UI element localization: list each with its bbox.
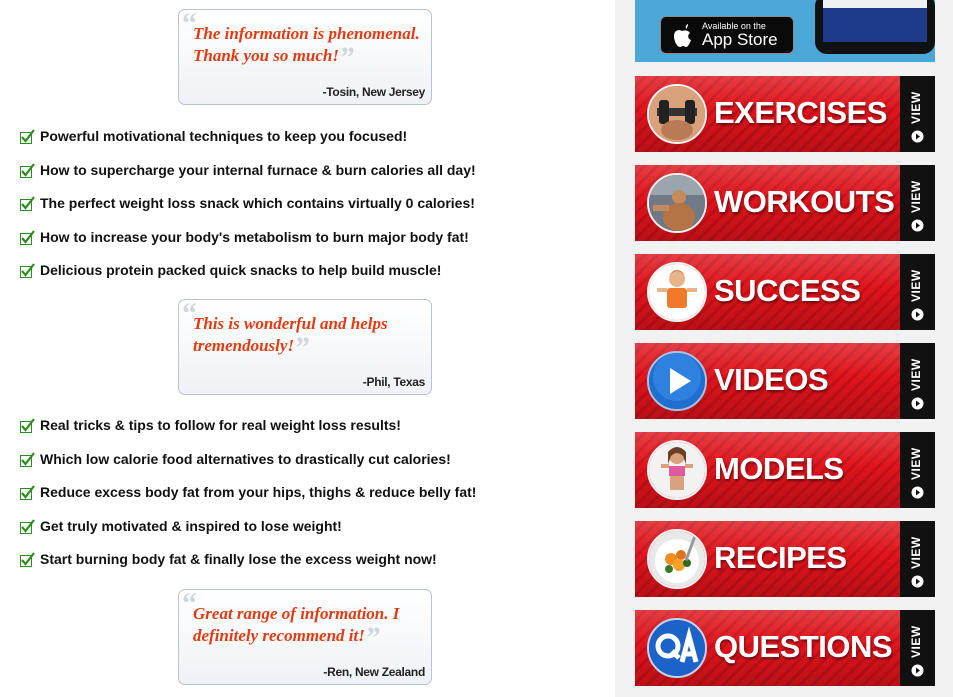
list-item: Powerful motivational techniques to keep…	[20, 128, 476, 162]
phone-screen	[823, 0, 927, 42]
phone-screen-header	[823, 0, 927, 8]
checkmark-icon	[20, 162, 35, 178]
dumbbell-icon	[647, 84, 707, 144]
list-item: Real tricks & tips to follow for real we…	[20, 417, 476, 451]
checkmark-icon	[20, 518, 35, 534]
list-item: How to supercharge your internal furnace…	[20, 162, 476, 196]
arrow-circle-icon	[911, 486, 924, 499]
view-label: VIEW	[909, 447, 923, 480]
testimonial-card: “ The information is phenomenal. Thank y…	[178, 9, 432, 105]
arrow-circle-icon	[911, 575, 924, 588]
view-label: VIEW	[909, 180, 923, 213]
nav-button-workouts[interactable]: WORKOUTS VIEW	[635, 165, 935, 241]
nav-button-success[interactable]: SUCCESS VIEW	[635, 254, 935, 330]
nav-button-recipes[interactable]: RECIPES VIEW	[635, 521, 935, 597]
nav-button-exercises[interactable]: EXERCISES VIEW	[635, 76, 935, 152]
testimonial-author: -Phil, Texas	[362, 375, 426, 389]
play-icon	[647, 351, 707, 411]
apple-icon	[674, 24, 691, 47]
view-button[interactable]: VIEW	[900, 254, 935, 330]
nav-label: WORKOUTS	[714, 184, 895, 219]
list-item: Delicious protein packed quick snacks to…	[20, 262, 476, 296]
woman-success-icon	[647, 262, 707, 322]
arrow-circle-icon	[911, 308, 924, 321]
checkmark-icon	[20, 418, 35, 433]
close-quote-icon: ”	[294, 331, 310, 364]
nav-button-questions[interactable]: QUESTIONS VIEW	[635, 610, 935, 686]
benefit-text: How to increase your body's metabolism t…	[40, 228, 469, 245]
view-button[interactable]: VIEW	[900, 432, 935, 508]
testimonial-author: -Tosin, New Jersey	[322, 85, 426, 99]
phone-image	[815, 0, 935, 54]
checkmark-icon	[20, 129, 35, 144]
nav-label: VIDEOS	[714, 362, 829, 397]
nav-button-models[interactable]: MODELS VIEW	[635, 432, 935, 508]
view-button[interactable]: VIEW	[900, 610, 935, 686]
testimonial-quote: Great range of information. I definitely…	[193, 604, 400, 654]
view-label: VIEW	[909, 269, 923, 302]
close-quote-icon: ”	[338, 41, 354, 74]
arrow-circle-icon	[911, 664, 924, 677]
arrow-circle-icon	[911, 397, 924, 410]
arrow-circle-icon	[911, 130, 924, 143]
benefit-text: How to supercharge your internal furnace…	[40, 161, 476, 178]
list-item: Reduce excess body fat from your hips, t…	[20, 484, 476, 518]
view-button[interactable]: VIEW	[900, 343, 935, 419]
food-plate-icon	[647, 529, 707, 589]
list-item: How to increase your body's metabolism t…	[20, 229, 476, 263]
nav-label: SUCCESS	[714, 273, 861, 308]
benefit-text: Delicious protein packed quick snacks to…	[40, 262, 442, 278]
list-item: Start burning body fat & finally lose th…	[20, 551, 476, 585]
benefit-text: The perfect weight loss snack which cont…	[40, 195, 475, 211]
benefit-text: Which low calorie food alternatives to d…	[40, 450, 451, 467]
view-button[interactable]: VIEW	[900, 521, 935, 597]
testimonial-card: “ Great range of information. I definite…	[178, 589, 432, 685]
benefit-list: Real tricks & tips to follow for real we…	[20, 417, 476, 585]
app-store-big-label: App Store	[702, 30, 778, 49]
nav-button-videos[interactable]: VIDEOS VIEW	[635, 343, 935, 419]
close-quote-icon: ”	[364, 621, 380, 654]
view-label: VIEW	[909, 536, 923, 569]
benefit-text: Reduce excess body fat from your hips, t…	[40, 484, 477, 500]
list-item: Get truly motivated & inspired to lose w…	[20, 518, 476, 552]
checkmark-icon	[20, 229, 35, 245]
fitness-model-icon	[647, 440, 707, 500]
checkmark-icon	[20, 263, 35, 278]
list-item: Which low calorie food alternatives to d…	[20, 451, 476, 485]
nav-label: RECIPES	[714, 540, 847, 575]
app-store-banner[interactable]: Available on the App Store	[635, 0, 935, 62]
testimonial-author: -Ren, New Zealand	[323, 665, 425, 679]
checkmark-icon	[20, 552, 35, 567]
checkmark-icon	[20, 196, 35, 211]
testimonial-quote: The information is phenomenal. Thank you…	[193, 24, 420, 74]
view-label: VIEW	[909, 91, 923, 124]
checkmark-icon	[20, 451, 35, 467]
view-button[interactable]: VIEW	[900, 76, 935, 152]
bodybuilder-icon	[647, 173, 707, 233]
benefit-text: Powerful motivational techniques to keep…	[40, 128, 408, 144]
nav-label: QUESTIONS	[714, 629, 893, 664]
testimonial-card: “ This is wonderful and helps tremendous…	[178, 299, 432, 395]
benefit-text: Start burning body fat & finally lose th…	[40, 551, 437, 567]
view-label: VIEW	[909, 625, 923, 658]
app-store-button[interactable]: Available on the App Store	[660, 16, 794, 54]
nav-label: EXERCISES	[714, 95, 887, 130]
view-label: VIEW	[909, 358, 923, 391]
main-content: “ The information is phenomenal. Thank y…	[0, 0, 615, 697]
testimonial-quote: This is wonderful and helps tremendously…	[193, 314, 388, 364]
view-button[interactable]: VIEW	[900, 165, 935, 241]
nav-label: MODELS	[714, 451, 844, 486]
list-item: The perfect weight loss snack which cont…	[20, 195, 476, 229]
benefit-list: Powerful motivational techniques to keep…	[20, 128, 476, 296]
checkmark-icon	[20, 485, 35, 500]
qa-icon	[647, 618, 707, 678]
arrow-circle-icon	[911, 219, 924, 232]
benefit-text: Get truly motivated & inspired to lose w…	[40, 517, 342, 534]
benefit-text: Real tricks & tips to follow for real we…	[40, 417, 401, 433]
